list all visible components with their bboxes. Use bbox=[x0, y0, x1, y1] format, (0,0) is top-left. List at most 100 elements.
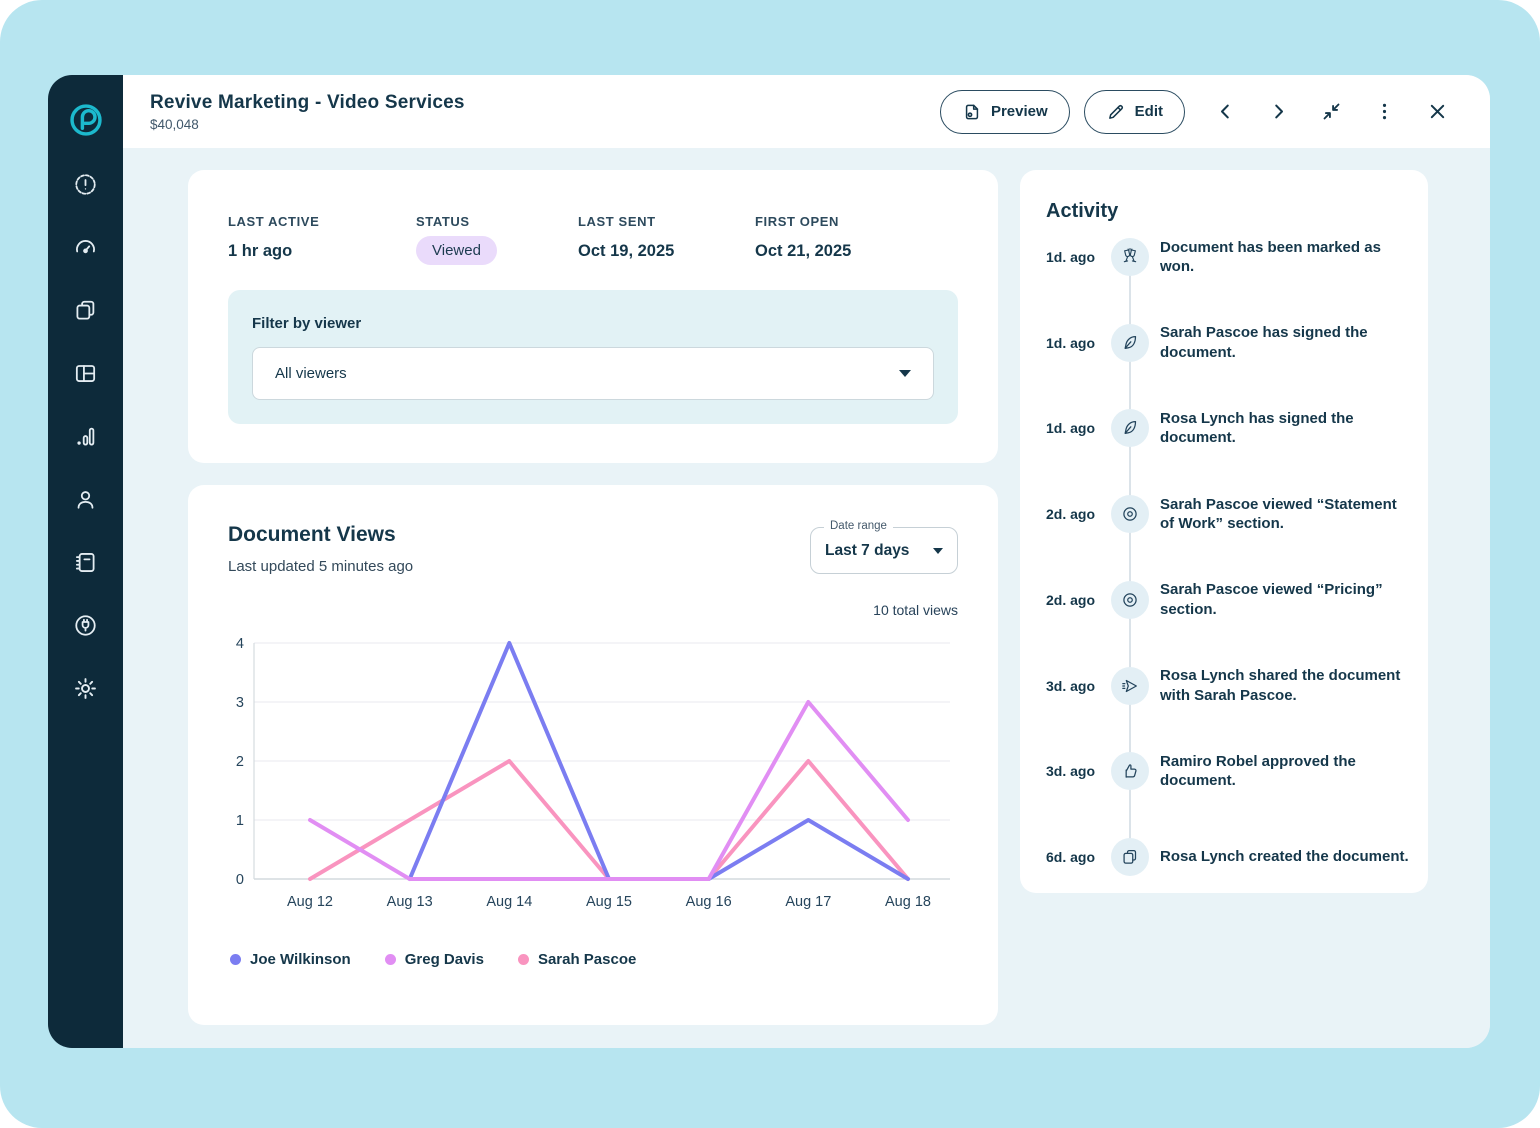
activity-item: 3d. agoRamiro Robel approved the documen… bbox=[1020, 752, 1428, 790]
svg-text:4: 4 bbox=[236, 636, 244, 652]
legend-label: Joe Wilkinson bbox=[250, 951, 351, 968]
forward-button[interactable] bbox=[1265, 99, 1291, 125]
chevron-down-icon bbox=[899, 370, 911, 377]
document-value: $40,048 bbox=[150, 117, 465, 132]
stat-value: Oct 19, 2025 bbox=[578, 242, 755, 261]
legend-item-sarah-pascoe: Sarah Pascoe bbox=[518, 951, 636, 968]
svg-text:0: 0 bbox=[236, 872, 244, 888]
activity-time: 1d. ago bbox=[1046, 335, 1095, 351]
filter-label: Filter by viewer bbox=[252, 315, 934, 332]
svg-text:Aug 17: Aug 17 bbox=[785, 894, 831, 910]
notebook-icon bbox=[72, 549, 99, 576]
sidebar-item-contacts[interactable] bbox=[71, 484, 101, 514]
series-line-greg-davis bbox=[310, 702, 908, 879]
window-controls bbox=[1212, 99, 1450, 125]
collapse-arrows-icon bbox=[1321, 101, 1342, 122]
activity-item: 1d. agoRosa Lynch has signed the documen… bbox=[1020, 409, 1428, 447]
title-block: Revive Marketing - Video Services $40,04… bbox=[150, 92, 465, 132]
eye-icon bbox=[1111, 495, 1149, 533]
more-options-button[interactable] bbox=[1371, 99, 1397, 125]
stat-label: LAST SENT bbox=[578, 214, 755, 229]
sidebar-item-dashboard[interactable] bbox=[71, 232, 101, 262]
activity-item: 1d. ago Document has been marked as won. bbox=[1020, 238, 1428, 276]
svg-text:Aug 13: Aug 13 bbox=[387, 894, 433, 910]
chevron-down-icon bbox=[933, 548, 943, 554]
total-views-label: 10 total views bbox=[873, 602, 958, 618]
speedometer-icon bbox=[72, 234, 99, 261]
app-window: Revive Marketing - Video Services $40,04… bbox=[48, 75, 1490, 1048]
activity-text: Document has been marked as won. bbox=[1160, 238, 1412, 277]
close-button[interactable] bbox=[1424, 99, 1450, 125]
activity-time: 1d. ago bbox=[1046, 249, 1095, 265]
activity-text: Rosa Lynch shared the document with Sara… bbox=[1160, 666, 1412, 705]
svg-text:1: 1 bbox=[236, 813, 244, 829]
sidebar-nav bbox=[71, 169, 101, 703]
stat-label: FIRST OPEN bbox=[755, 214, 851, 229]
stat-status: STATUSViewed bbox=[416, 214, 578, 265]
content-column: Revive Marketing - Video Services $40,04… bbox=[123, 75, 1490, 1048]
stat-last-active: LAST ACTIVE 1 hr ago bbox=[228, 214, 416, 265]
stat-value: Oct 21, 2025 bbox=[755, 242, 851, 261]
cheers-icon bbox=[1111, 238, 1149, 276]
activity-time: 2d. ago bbox=[1046, 506, 1095, 522]
legend-item-greg-davis: Greg Davis bbox=[385, 951, 484, 968]
collapse-button[interactable] bbox=[1318, 99, 1344, 125]
layout-table-icon bbox=[72, 360, 99, 387]
activity-card: Activity 1d. ago Document has been marked… bbox=[1020, 170, 1428, 893]
activity-text: Rosa Lynch has signed the document. bbox=[1160, 409, 1412, 448]
filter-panel: Filter by viewer All viewers bbox=[228, 290, 958, 424]
document-preview-icon bbox=[962, 102, 982, 122]
activity-item: 6d. agoRosa Lynch created the document. bbox=[1020, 838, 1428, 876]
svg-text:Aug 16: Aug 16 bbox=[686, 894, 732, 910]
kebab-menu-icon bbox=[1374, 101, 1395, 122]
date-range-select[interactable]: Date range Last 7 days bbox=[810, 527, 958, 574]
stat-value: 1 hr ago bbox=[228, 242, 416, 261]
main-area: LAST ACTIVE 1 hr agoSTATUSViewedLAST SENT… bbox=[123, 148, 1490, 1048]
date-range-value: Last 7 days bbox=[825, 542, 909, 560]
legend-dot bbox=[230, 954, 241, 965]
gear-icon bbox=[72, 675, 99, 702]
legend-label: Greg Davis bbox=[405, 951, 484, 968]
activity-item: 2d. agoSarah Pascoe viewed “Statement of… bbox=[1020, 495, 1428, 533]
document-views-chart: 01234Aug 12Aug 13Aug 14Aug 15Aug 16Aug 1… bbox=[224, 635, 962, 931]
quill-icon bbox=[1111, 409, 1149, 447]
close-icon bbox=[1427, 101, 1448, 122]
back-button[interactable] bbox=[1212, 99, 1238, 125]
documents-icon bbox=[72, 297, 99, 324]
edit-button-label: Edit bbox=[1135, 103, 1163, 120]
chart-legend: Joe Wilkinson Greg Davis Sarah Pascoe bbox=[230, 951, 636, 968]
activity-text: Rosa Lynch created the document. bbox=[1160, 847, 1412, 867]
activity-time: 2d. ago bbox=[1046, 592, 1095, 608]
legend-dot bbox=[385, 954, 396, 965]
copy-doc-icon bbox=[1111, 838, 1149, 876]
activity-text: Ramiro Robel approved the document. bbox=[1160, 752, 1412, 791]
chevron-left-icon bbox=[1215, 101, 1236, 122]
sidebar-item-settings[interactable] bbox=[71, 673, 101, 703]
legend-item-joe-wilkinson: Joe Wilkinson bbox=[230, 951, 351, 968]
edit-button[interactable]: Edit bbox=[1084, 90, 1185, 134]
date-range-label: Date range bbox=[824, 520, 893, 532]
sidebar-item-integrations[interactable] bbox=[71, 610, 101, 640]
legend-dot bbox=[518, 954, 529, 965]
preview-button-label: Preview bbox=[991, 103, 1048, 120]
pencil-icon bbox=[1106, 102, 1126, 122]
viewer-filter-select[interactable]: All viewers bbox=[252, 347, 934, 400]
activity-item: 3d. agoRosa Lynch shared the document wi… bbox=[1020, 667, 1428, 705]
sidebar-item-documents[interactable] bbox=[71, 295, 101, 325]
send-icon bbox=[1111, 667, 1149, 705]
svg-text:Aug 15: Aug 15 bbox=[586, 894, 632, 910]
sidebar-item-templates[interactable] bbox=[71, 358, 101, 388]
sidebar bbox=[48, 75, 123, 1048]
legend-label: Sarah Pascoe bbox=[538, 951, 636, 968]
stat-label: LAST ACTIVE bbox=[228, 214, 416, 229]
preview-button[interactable]: Preview bbox=[940, 90, 1070, 134]
svg-text:2: 2 bbox=[236, 754, 244, 770]
activity-title: Activity bbox=[1020, 170, 1428, 223]
plug-circle-icon bbox=[72, 612, 99, 639]
document-stats-card: LAST ACTIVE 1 hr agoSTATUSViewedLAST SENT… bbox=[188, 170, 998, 463]
sidebar-item-catalog[interactable] bbox=[71, 547, 101, 577]
stats-row: LAST ACTIVE 1 hr agoSTATUSViewedLAST SENT… bbox=[188, 170, 998, 265]
sidebar-item-reports[interactable] bbox=[71, 421, 101, 451]
sidebar-item-status-badge[interactable] bbox=[71, 169, 101, 199]
status-badge: Viewed bbox=[416, 236, 497, 265]
